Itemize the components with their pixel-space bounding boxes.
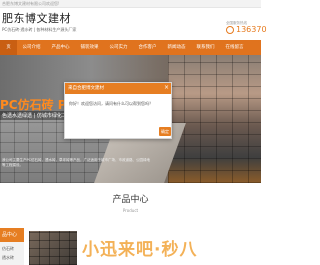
dialog-title: 来自合肥博文建材 bbox=[68, 86, 104, 91]
section-subtitle: Product bbox=[122, 208, 139, 213]
top-bar: 合肥东博文建材有限公司欢迎您! bbox=[0, 0, 261, 8]
nav-clients[interactable]: 合作客户 bbox=[133, 40, 162, 55]
category-item[interactable]: 仿石砖 bbox=[2, 246, 14, 252]
close-icon[interactable]: × bbox=[164, 84, 169, 92]
watermark-logo: 小迅来吧·秒八 bbox=[82, 240, 198, 260]
dialog-header: 来自合肥博文建材 × bbox=[65, 83, 171, 94]
nav-contact[interactable]: 联系我们 bbox=[191, 40, 220, 55]
banner-body-text: 我公司主要生产PC仿石砖，透水砖，草坪砖等产品，广泛适用于城市广场、市政道路、公… bbox=[2, 158, 151, 167]
nav-products[interactable]: 产品中心 bbox=[46, 40, 75, 55]
banner-tile-image bbox=[168, 55, 261, 183]
category-item[interactable]: 透水砖 bbox=[2, 255, 14, 261]
section-title: 产品中心 bbox=[112, 195, 149, 205]
product-image[interactable] bbox=[29, 231, 77, 265]
hotline-number: 136370 bbox=[236, 25, 267, 34]
nav-news[interactable]: 新闻动态 bbox=[162, 40, 191, 55]
nav-strength[interactable]: 公司实力 bbox=[104, 40, 133, 55]
chat-dialog: 来自合肥博文建材 × 你好！欢迎您访问，请问有什么可以帮到您吗？ 确定 bbox=[64, 82, 172, 139]
nav-home[interactable]: 页 bbox=[0, 40, 17, 55]
nav-about[interactable]: 公司介绍 bbox=[17, 40, 46, 55]
main-nav: 页 公司介绍 产品中心 铺装效果 公司实力 合作客户 新闻动态 联系我们 在线留… bbox=[0, 40, 261, 55]
nav-effects[interactable]: 铺装效果 bbox=[75, 40, 104, 55]
dialog-confirm-button[interactable]: 确定 bbox=[159, 127, 171, 136]
site-logo-title[interactable]: 肥东博文建材 bbox=[2, 10, 71, 26]
welcome-text: 合肥东博文建材有限公司欢迎您! bbox=[2, 1, 60, 6]
dialog-message: 你好！欢迎您访问，请问有什么可以帮到您吗？ bbox=[69, 101, 153, 106]
category-heading[interactable]: 品中心 bbox=[0, 228, 24, 242]
nav-message[interactable]: 在线留言 bbox=[220, 40, 249, 55]
site-slogan: PC仿石砖·透水砖 | 各种材料生产源头厂家 bbox=[2, 27, 77, 32]
phone-icon bbox=[226, 26, 234, 34]
